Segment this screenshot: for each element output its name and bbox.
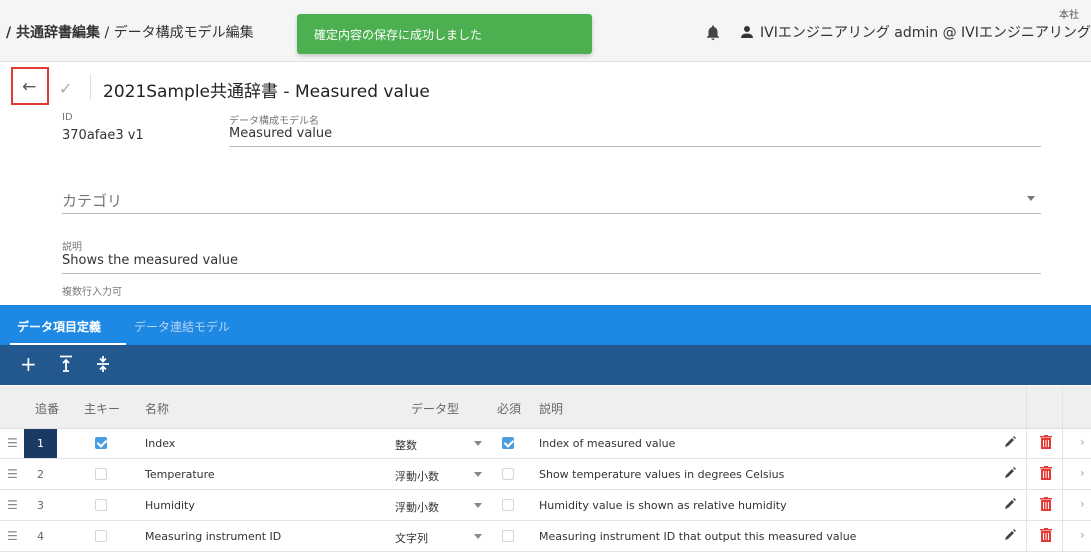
col-required: 必須 (497, 402, 522, 416)
user-menu[interactable]: IVIエンジニアリング admin @ IVIエンジニアリング (740, 22, 1091, 42)
id-label: ID (62, 112, 73, 123)
tab-bar: データ項目定義 データ連結モデル (0, 305, 1091, 345)
required-checkbox[interactable] (502, 499, 514, 511)
col-data-type: データ型 (411, 402, 460, 416)
primary-key-checkbox[interactable] (95, 530, 107, 542)
row-description[interactable]: Humidity value is shown as relative humi… (539, 499, 787, 512)
primary-key-checkbox[interactable] (95, 468, 107, 480)
col-seq: 追番 (35, 402, 60, 416)
required-checkbox[interactable] (502, 468, 514, 480)
primary-key-checkbox[interactable] (95, 499, 107, 511)
category-underline (62, 213, 1041, 214)
breadcrumb-current: / データ構成モデル編集 (100, 25, 254, 41)
row-description[interactable]: Index of measured value (539, 437, 675, 450)
breadcrumb-parent[interactable]: / 共通辞書編集 (6, 25, 100, 41)
back-arrow-icon: ← (22, 77, 37, 97)
top-bar: / 共通辞書編集 / データ構成モデル編集 確定内容の保存に成功しました IVI… (0, 0, 1091, 62)
id-value: 370afae3 v1 (62, 128, 144, 143)
page-title: 2021Sample共通辞書 - Measured value (103, 82, 430, 102)
col-description: 説明 (539, 402, 564, 416)
drag-handle-icon[interactable]: ☰ (7, 467, 18, 481)
drag-handle-icon[interactable]: ☰ (7, 498, 18, 512)
drag-handle-icon[interactable]: ☰ (7, 529, 18, 543)
description-underline (62, 273, 1041, 274)
row-data-type[interactable]: 文字列 (395, 530, 428, 546)
table-row[interactable]: ☰ 1 Index 整数 Index of measured value › (0, 429, 1091, 459)
edit-icon[interactable] (1003, 435, 1017, 449)
row-data-type[interactable]: 浮動小数 (395, 499, 439, 515)
primary-key-checkbox[interactable] (95, 437, 107, 449)
col-name: 名称 (145, 402, 170, 416)
delete-icon[interactable] (1039, 465, 1053, 481)
row-seq: 4 (37, 530, 44, 543)
row-description[interactable]: Show temperature values in degrees Celsi… (539, 468, 784, 481)
delete-icon[interactable] (1039, 434, 1053, 450)
table-row[interactable]: ☰ 3 Humidity 浮動小数 Humidity value is show… (0, 491, 1091, 521)
row-name[interactable]: Measuring instrument ID (145, 530, 281, 543)
divider (90, 74, 91, 100)
chevron-right-icon[interactable]: › (1080, 435, 1085, 449)
user-label: IVIエンジニアリング admin @ IVIエンジニアリング (760, 25, 1091, 41)
row-data-type[interactable]: 浮動小数 (395, 468, 439, 484)
chevron-down-icon[interactable] (474, 472, 482, 477)
category-select[interactable]: カテゴリ (62, 190, 122, 211)
model-name-field[interactable]: Measured value (229, 126, 332, 141)
row-name[interactable]: Humidity (145, 499, 195, 512)
back-button[interactable]: ← (11, 67, 49, 105)
chevron-right-icon[interactable]: › (1080, 466, 1085, 480)
breadcrumb: / 共通辞書編集 / データ構成モデル編集 (6, 22, 254, 42)
drag-handle-icon[interactable]: ☰ (7, 436, 18, 450)
org-label: 本社 (1059, 10, 1079, 21)
col-primary-key: 主キー (84, 402, 121, 416)
model-name-underline (229, 146, 1041, 147)
row-seq: 3 (37, 499, 44, 512)
insert-above-icon[interactable] (58, 355, 74, 373)
add-icon[interactable]: + (20, 353, 37, 375)
check-icon[interactable]: ✓ (59, 79, 72, 98)
edit-icon[interactable] (1003, 497, 1017, 511)
description-label: 説明 (62, 242, 82, 253)
model-name-label: データ構成モデル名 (229, 116, 319, 127)
tab-data-items[interactable]: データ項目定義 (17, 318, 101, 335)
edit-icon[interactable] (1003, 528, 1017, 542)
table-header: 追番 主キー 名称 データ型 必須 説明 (0, 386, 1091, 429)
insert-below-icon[interactable] (95, 355, 111, 373)
row-data-type[interactable]: 整数 (395, 437, 417, 453)
chevron-right-icon[interactable]: › (1080, 528, 1085, 542)
bell-icon[interactable] (704, 24, 722, 42)
edit-icon[interactable] (1003, 466, 1017, 480)
table-row[interactable]: ☰ 4 Measuring instrument ID 文字列 Measurin… (0, 522, 1091, 552)
person-icon (741, 26, 753, 38)
chevron-right-icon[interactable]: › (1080, 497, 1085, 511)
chevron-down-icon[interactable] (474, 503, 482, 508)
chevron-down-icon[interactable] (474, 441, 482, 446)
delete-icon[interactable] (1039, 496, 1053, 512)
required-checkbox[interactable] (502, 530, 514, 542)
table-toolbar: + (0, 345, 1091, 385)
chevron-down-icon[interactable] (1027, 196, 1035, 201)
tab-data-link-model[interactable]: データ連結モデル (134, 318, 230, 335)
row-seq: 1 (24, 429, 57, 458)
row-description[interactable]: Measuring instrument ID that output this… (539, 530, 856, 543)
delete-icon[interactable] (1039, 527, 1053, 543)
success-toast: 確定内容の保存に成功しました (297, 14, 592, 54)
description-field[interactable]: Shows the measured value (62, 253, 238, 268)
table-row[interactable]: ☰ 2 Temperature 浮動小数 Show temperature va… (0, 460, 1091, 490)
row-seq: 2 (37, 468, 44, 481)
row-name[interactable]: Temperature (145, 468, 215, 481)
chevron-down-icon[interactable] (474, 534, 482, 539)
row-name[interactable]: Index (145, 437, 175, 450)
description-hint: 複数行入力可 (62, 287, 122, 298)
required-checkbox[interactable] (502, 437, 514, 449)
